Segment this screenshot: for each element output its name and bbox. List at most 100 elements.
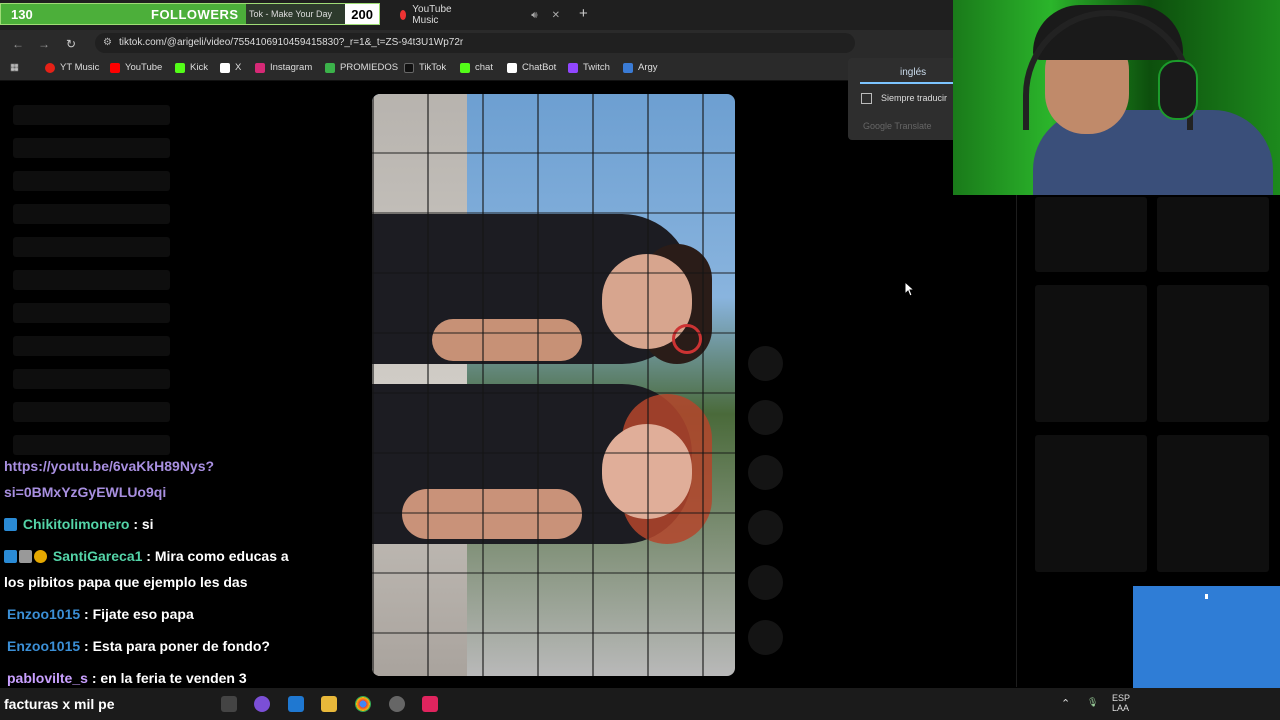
chat-badge-icon xyxy=(4,550,17,563)
translate-popup: inglés Siempre traducir Google Translate xyxy=(848,58,960,140)
close-tab-icon[interactable]: ✕ xyxy=(552,10,560,21)
apps-icon[interactable]: ▦ xyxy=(10,62,19,73)
placeholder-row xyxy=(13,138,170,158)
chat-text: : Fijate eso papa xyxy=(84,606,194,622)
tiktok-app-icon[interactable] xyxy=(422,696,438,712)
comment-button[interactable] xyxy=(748,400,783,435)
microphone-icon[interactable]: 🎙︎ xyxy=(1087,697,1098,708)
bookmark-promiedos[interactable]: PROMIEDOS xyxy=(325,62,398,73)
argy-icon xyxy=(623,62,633,73)
bookmark-tiktok[interactable]: TikTok xyxy=(404,62,446,73)
bookmark-x[interactable]: X xyxy=(220,62,241,73)
screen: YouTube Music 🔊︎ ✕ + 130 FOLLOWERS Tok -… xyxy=(0,0,1280,720)
mouse-cursor-icon xyxy=(904,281,916,297)
chat-message: pablovilte_s : en la feria te venden 3 xyxy=(7,665,247,691)
placeholder-card xyxy=(1157,285,1269,422)
placeholder-card xyxy=(1157,197,1269,272)
like-button[interactable] xyxy=(748,346,783,381)
bookmark-youtube[interactable]: YouTube xyxy=(110,62,162,73)
more-button[interactable] xyxy=(748,565,783,600)
bookmark-twitch[interactable]: Twitch xyxy=(568,62,610,73)
chat-username[interactable]: SantiGareca1 xyxy=(53,548,143,564)
placeholder-row xyxy=(13,369,170,389)
chat-text: : en la feria te venden 3 xyxy=(91,670,247,686)
save-button[interactable] xyxy=(748,455,783,490)
placeholder-row xyxy=(13,105,170,125)
placeholder-row xyxy=(13,270,170,290)
settings-app-icon[interactable] xyxy=(389,696,405,712)
placeholder-card xyxy=(1035,285,1147,422)
chat-message: Enzoo1015 : Fijate eso papa xyxy=(7,601,194,627)
bookmark-label: chat xyxy=(475,62,493,73)
chat-text: : Mira como educas a xyxy=(146,548,289,564)
x-icon xyxy=(220,62,230,73)
chat-message-link: https://youtu.be/6vaKkH89Nys? xyxy=(4,453,214,479)
forward-icon[interactable]: → xyxy=(38,37,50,51)
bookmark-kick[interactable]: Kick xyxy=(175,62,208,73)
reload-icon[interactable]: ↻ xyxy=(66,37,76,51)
chat-username[interactable]: pablovilte_s xyxy=(7,670,88,686)
placeholder-row xyxy=(13,336,170,356)
placeholder-row xyxy=(13,303,170,323)
chat-message-cont: los pibitos papa que ejemplo les das xyxy=(4,569,248,595)
active-tab-indicator xyxy=(860,82,960,84)
bookmark-label: PROMIEDOS xyxy=(340,62,399,73)
always-translate-label: Siempre traducir xyxy=(881,93,948,103)
followers-count: 130 xyxy=(11,6,33,22)
url-field[interactable]: ⚙ tiktok.com/@arigeli/video/755410691045… xyxy=(95,33,855,53)
youtube-icon xyxy=(110,62,120,73)
site-info-icon[interactable]: ⚙ xyxy=(103,37,112,48)
kick-icon xyxy=(175,62,185,73)
tiktok-video[interactable] xyxy=(372,94,735,676)
language-indicator[interactable]: ESP LAA xyxy=(1112,693,1130,713)
bookmark-instagram[interactable]: Instagram xyxy=(255,62,312,73)
chat-username[interactable]: Enzoo1015 xyxy=(7,638,80,654)
chat-link-line1[interactable]: https://youtu.be/6vaKkH89Nys? xyxy=(4,458,214,474)
followers-label: FOLLOWERS xyxy=(151,6,239,22)
chat-link-line2[interactable]: si=0BMxYzGyEWLUo9qi xyxy=(4,484,166,500)
translate-language-tab[interactable]: inglés xyxy=(900,67,926,78)
tray-expand-icon[interactable]: ⌃ xyxy=(1061,697,1070,710)
chat-icon xyxy=(460,62,470,73)
instagram-icon xyxy=(255,62,265,73)
bookmark-label: YT Music xyxy=(60,62,100,73)
chat-username[interactable]: Enzoo1015 xyxy=(7,606,80,622)
bookmark-argy[interactable]: Argy xyxy=(623,62,658,73)
tiktok-icon xyxy=(404,62,414,73)
sound-button[interactable] xyxy=(748,620,783,655)
bookmark-chatbot[interactable]: ChatBot xyxy=(507,62,556,73)
placeholder-card xyxy=(1157,435,1269,572)
file-explorer-icon[interactable] xyxy=(321,696,337,712)
bookmark-chat[interactable]: chat xyxy=(460,62,493,73)
chat-text: facturas x mil pe xyxy=(4,696,115,712)
tab-label: YouTube Music xyxy=(412,4,452,26)
placeholder-row xyxy=(13,237,170,257)
placeholder-card xyxy=(1035,435,1147,572)
chrome-icon[interactable] xyxy=(355,696,371,712)
bookmark-label: Twitch xyxy=(583,62,610,73)
back-icon[interactable]: ← xyxy=(12,37,24,51)
mail-icon[interactable] xyxy=(288,696,304,712)
ytmusic-icon xyxy=(45,62,55,73)
always-translate-checkbox[interactable] xyxy=(861,93,872,104)
chat-message: Enzoo1015 : Esta para poner de fondo? xyxy=(7,633,270,659)
placeholder-row xyxy=(13,171,170,191)
share-button[interactable] xyxy=(748,510,783,545)
url-text: tiktok.com/@arigeli/video/75541069104594… xyxy=(119,37,464,48)
divider xyxy=(1016,195,1017,687)
chat-username[interactable]: Chikitolimonero xyxy=(23,516,130,532)
bookmark-yt-music[interactable]: YT Music xyxy=(45,62,99,73)
chat-text: : Esta para poner de fondo? xyxy=(84,638,270,654)
speaker-icon[interactable]: 🔊︎ xyxy=(531,10,537,21)
bookmark-label: Argy xyxy=(638,62,658,73)
followers-goal-widget: 130 FOLLOWERS Tok - Make Your Day 200 xyxy=(0,3,380,25)
chat-text: : si xyxy=(133,516,154,532)
chat-message-link-cont: si=0BMxYzGyEWLUo9qi xyxy=(4,479,166,505)
new-tab-button[interactable]: + xyxy=(579,5,588,22)
copilot-icon[interactable] xyxy=(254,696,270,712)
keyboard-layout: LAA xyxy=(1112,703,1130,713)
taskview-icon[interactable] xyxy=(221,696,237,712)
tab-youtube-music[interactable]: YouTube Music 🔊︎ ✕ xyxy=(390,4,570,26)
bookmark-label: Instagram xyxy=(270,62,313,73)
tab-tiktok-label[interactable]: Tok - Make Your Day xyxy=(249,9,332,19)
